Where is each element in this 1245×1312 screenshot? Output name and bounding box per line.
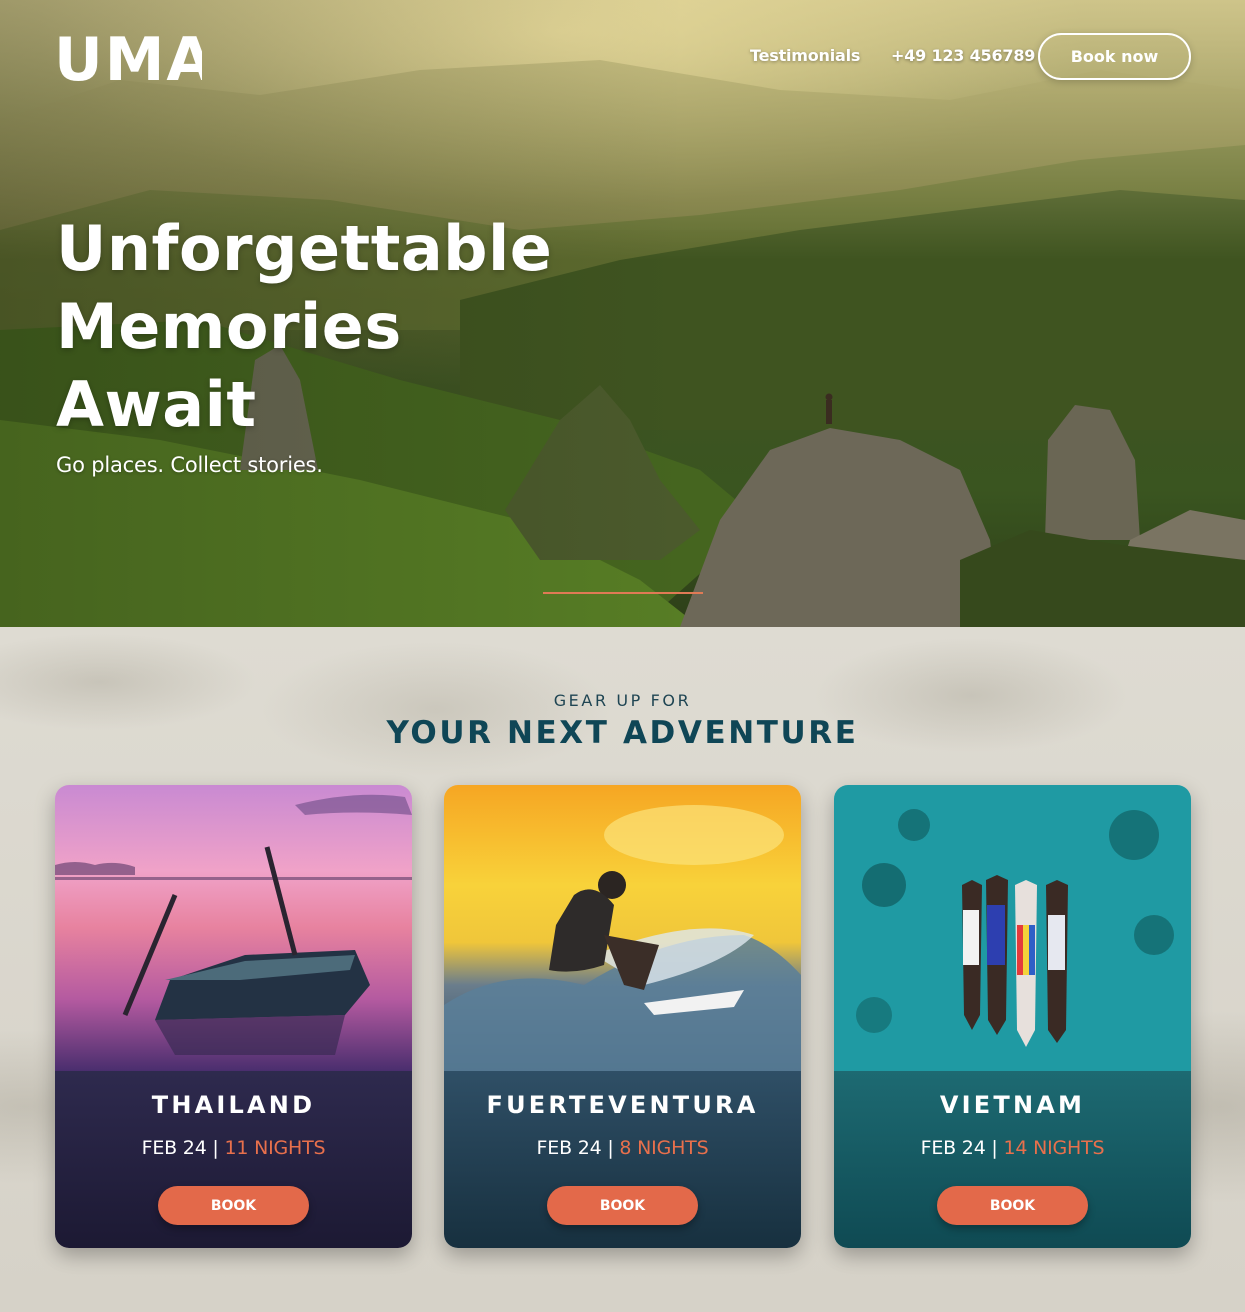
trip-name: VIETNAM [939, 1091, 1086, 1119]
nav-testimonials-link[interactable]: Testimonials [750, 46, 860, 65]
book-fuerteventura-button[interactable]: BOOK [547, 1186, 698, 1225]
trip-name: THAILAND [151, 1091, 316, 1119]
hero-title: Unforgettable Memories Await [56, 210, 616, 444]
uma-logo[interactable]: UMA [54, 30, 202, 86]
section-eyebrow: GEAR UP FOR [553, 691, 692, 710]
trip-card-vietnam[interactable]: VIETNAM FEB 24 | 14 NIGHTS BOOK [834, 785, 1191, 1248]
section-title: YOUR NEXT ADVENTURE [386, 715, 859, 751]
trip-nights: 8 NIGHTS [619, 1137, 709, 1159]
trip-meta: FEB 24 | 8 NIGHTS [444, 1137, 801, 1159]
trip-card-thailand[interactable]: THAILAND FEB 24 | 11 NIGHTS BOOK [55, 785, 412, 1248]
hero-section: UMA Testimonials +49 123 456789 Book now… [0, 0, 1245, 627]
trip-date: FEB 24 | [141, 1137, 219, 1159]
hero-slider-indicator[interactable] [543, 592, 703, 594]
trip-card-body: THAILAND FEB 24 | 11 NIGHTS BOOK [55, 1071, 412, 1248]
vietnam-boats-image [834, 785, 1191, 1071]
nav-phone-link[interactable]: +49 123 456789 [891, 46, 1035, 65]
trip-card-body: VIETNAM FEB 24 | 14 NIGHTS BOOK [834, 1071, 1191, 1248]
hero-title-line-1: Unforgettable [56, 212, 553, 285]
trip-meta: FEB 24 | 11 NIGHTS [55, 1137, 412, 1159]
trip-card-body: FUERTEVENTURA FEB 24 | 8 NIGHTS BOOK [444, 1071, 801, 1248]
trip-date: FEB 24 | [920, 1137, 998, 1159]
trip-nights: 14 NIGHTS [1003, 1137, 1105, 1159]
book-now-button[interactable]: Book now [1038, 33, 1191, 80]
book-vietnam-button[interactable]: BOOK [937, 1186, 1088, 1225]
adventures-section: GEAR UP FOR YOUR NEXT ADVENTURE THAILAND… [0, 627, 1245, 1312]
hero-title-line-3: Await [56, 368, 257, 441]
hero-subtitle: Go places. Collect stories. [56, 453, 323, 477]
trip-name: FUERTEVENTURA [486, 1091, 759, 1119]
book-thailand-button[interactable]: BOOK [158, 1186, 309, 1225]
trip-meta: FEB 24 | 14 NIGHTS [834, 1137, 1191, 1159]
hero-title-line-2: Memories [56, 290, 402, 363]
svg-text:UMA: UMA [54, 30, 202, 86]
trip-date: FEB 24 | [536, 1137, 614, 1159]
trip-card-fuerteventura[interactable]: FUERTEVENTURA FEB 24 | 8 NIGHTS BOOK [444, 785, 801, 1248]
trip-nights: 11 NIGHTS [224, 1137, 326, 1159]
thailand-boat-image [55, 785, 412, 1071]
fuerteventura-surfer-image [444, 785, 801, 1071]
